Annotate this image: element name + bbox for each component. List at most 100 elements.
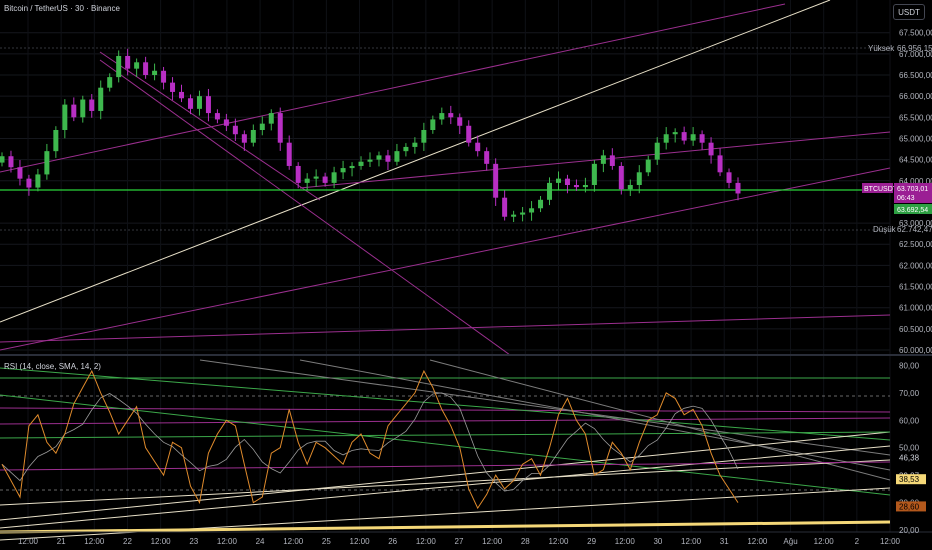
candle-body[interactable] [618, 165, 624, 190]
candle-body[interactable] [17, 167, 23, 179]
trendline-descending-beige[interactable] [99, 51, 321, 201]
rsi-line-purple-2[interactable] [0, 417, 891, 425]
candle-body[interactable] [726, 172, 732, 183]
trading-chart[interactable]: Bitcoin / TetherUS · 30 · Binance RSI (1… [0, 0, 932, 550]
candle-body[interactable] [71, 104, 77, 118]
candle-body[interactable] [205, 96, 211, 114]
candle-body[interactable] [98, 87, 104, 111]
trendline-lower-purple[interactable] [0, 167, 891, 351]
candle-body[interactable] [232, 125, 238, 135]
candle-body[interactable] [511, 214, 517, 217]
candle-body[interactable] [493, 163, 499, 198]
candle-body[interactable] [412, 142, 418, 147]
time-axis[interactable]: 12:00 21 12:00 22 12:00 23 12:00 24 12:00 25 12:00… [18, 537, 901, 546]
candle-body[interactable] [421, 130, 427, 143]
candle-body[interactable] [349, 165, 355, 169]
candle-body[interactable] [152, 70, 158, 75]
candle-body[interactable] [645, 159, 651, 173]
candle-body[interactable] [547, 182, 553, 200]
candle-body[interactable] [250, 130, 256, 143]
candle-body[interactable] [520, 212, 526, 215]
candle-body[interactable] [44, 151, 50, 175]
candle-body[interactable] [385, 155, 391, 162]
candle-body[interactable] [125, 55, 131, 69]
candle-body[interactable] [0, 156, 5, 163]
rsi-line-green-1[interactable] [0, 367, 891, 441]
candle-body[interactable] [179, 91, 185, 99]
candle-body[interactable] [367, 159, 373, 162]
candle-body[interactable] [591, 163, 597, 185]
candle-body[interactable] [672, 132, 678, 135]
candle-body[interactable] [313, 176, 319, 179]
candle-body[interactable] [636, 172, 642, 185]
candle-body[interactable] [394, 151, 400, 162]
candle-body[interactable] [430, 119, 436, 130]
candle-body[interactable] [735, 182, 741, 194]
candle-body[interactable] [304, 178, 310, 183]
candle-body[interactable] [484, 151, 490, 164]
rsi-line-grey-1[interactable] [299, 359, 891, 471]
trendline-descending-purple[interactable] [99, 59, 511, 356]
candle-body[interactable] [170, 82, 176, 92]
candle-body[interactable] [681, 132, 687, 141]
rsi-trendlines[interactable] [0, 359, 891, 541]
candle-body[interactable] [627, 185, 633, 190]
candle-body[interactable] [223, 119, 229, 126]
candle-body[interactable] [62, 104, 68, 130]
candle-body[interactable] [582, 185, 588, 188]
candle-body[interactable] [53, 130, 59, 152]
rsi-floor-yellow[interactable] [0, 520, 891, 534]
candle-body[interactable] [654, 142, 660, 160]
candle-body[interactable] [600, 155, 606, 164]
rsi-line-purple-3[interactable] [0, 461, 891, 471]
candle-body[interactable] [8, 156, 14, 168]
candle-body[interactable] [89, 99, 95, 111]
rsi-line-beige-3[interactable] [0, 459, 891, 506]
candle-body[interactable] [448, 113, 454, 118]
candle-body[interactable] [358, 161, 364, 166]
candle-body[interactable] [161, 70, 167, 83]
candle-body[interactable] [277, 113, 283, 143]
candle-body[interactable] [259, 123, 265, 130]
candle-body[interactable] [529, 208, 535, 213]
candle-body[interactable] [187, 98, 193, 109]
candle-body[interactable] [564, 178, 570, 185]
candle-body[interactable] [403, 146, 409, 152]
candle-body[interactable] [690, 134, 696, 141]
candle-body[interactable] [295, 165, 301, 183]
candle-body[interactable] [214, 113, 220, 120]
candle-body[interactable] [107, 77, 113, 88]
candle-body[interactable] [717, 155, 723, 173]
drawn-trendlines[interactable] [0, 0, 891, 356]
candle-body[interactable] [340, 168, 346, 173]
candle-body[interactable] [322, 176, 328, 183]
candle-body[interactable] [241, 134, 247, 143]
candle-body[interactable] [80, 99, 86, 118]
candle-body[interactable] [439, 113, 445, 120]
candle-body[interactable] [26, 178, 32, 188]
candle-body[interactable] [268, 113, 274, 124]
currency-button[interactable]: USDT [893, 4, 925, 20]
candle-body[interactable] [35, 174, 41, 188]
candle-body[interactable] [116, 55, 122, 78]
candle-body[interactable] [466, 125, 472, 143]
candle-body[interactable] [331, 172, 337, 183]
candle-body[interactable] [134, 62, 140, 69]
candle-body[interactable] [538, 199, 544, 209]
candle-body[interactable] [573, 185, 579, 188]
candle-body[interactable] [376, 155, 382, 160]
candle-body[interactable] [143, 62, 149, 75]
candle-body[interactable] [663, 134, 669, 143]
rsi-line-grey-3[interactable] [199, 359, 891, 456]
candle-body[interactable] [609, 155, 615, 166]
candle-body[interactable] [699, 134, 705, 143]
candle-body[interactable] [196, 96, 202, 109]
candle-body[interactable] [708, 142, 714, 156]
candle-body[interactable] [475, 142, 481, 152]
candle-body[interactable] [457, 117, 463, 126]
candle-body[interactable] [286, 142, 292, 166]
candle-body[interactable] [555, 178, 561, 183]
candle-body[interactable] [502, 197, 508, 217]
rsi-line[interactable] [1, 369, 739, 510]
rsi-line-beige-2[interactable] [0, 445, 891, 529]
